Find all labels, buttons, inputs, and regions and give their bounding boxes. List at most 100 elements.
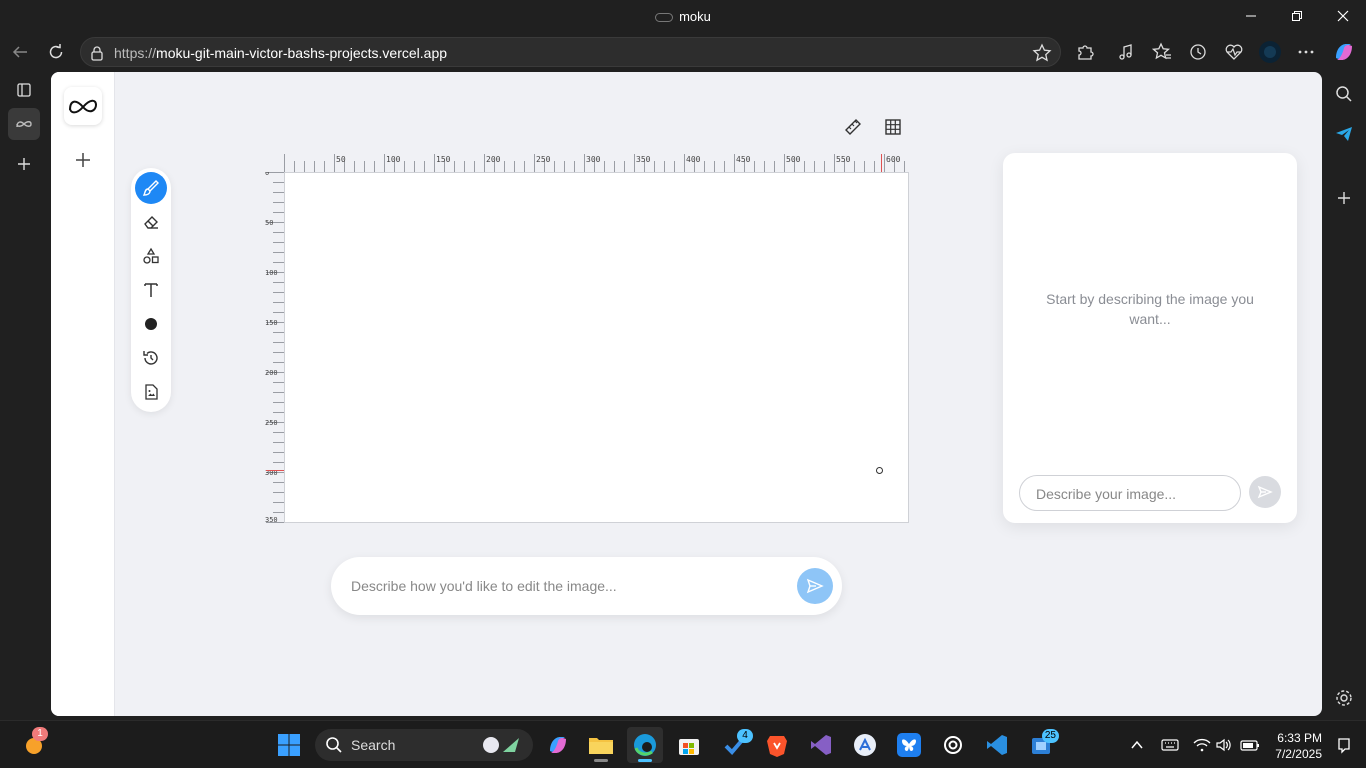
windows-logo-icon bbox=[278, 734, 300, 756]
chat-empty-hint: Start by describing the image you want..… bbox=[1046, 291, 1254, 327]
site-logo-icon bbox=[655, 13, 674, 23]
top-ruler-label: 500 bbox=[786, 155, 801, 164]
top-ruler-label: 600 bbox=[886, 155, 901, 164]
grid-toggle-button[interactable] bbox=[879, 113, 907, 141]
vscode-app[interactable] bbox=[979, 727, 1015, 763]
new-project-button[interactable] bbox=[71, 148, 95, 172]
app-logo[interactable] bbox=[64, 87, 102, 125]
new-tab-button[interactable] bbox=[8, 148, 40, 180]
file-explorer-app[interactable] bbox=[583, 727, 619, 763]
address-bar[interactable]: https://moku-git-main-victor-bashs-proje… bbox=[80, 37, 1061, 67]
chatgpt-icon bbox=[944, 736, 962, 754]
left-ruler-label: 0 bbox=[265, 172, 269, 177]
brush-tool[interactable] bbox=[135, 172, 167, 204]
image-file-tool[interactable] bbox=[135, 376, 167, 408]
top-ruler-label: 50 bbox=[336, 155, 346, 164]
volume-icon[interactable] bbox=[1210, 727, 1238, 763]
telegram-icon[interactable] bbox=[1330, 120, 1358, 148]
visual-studio-app[interactable] bbox=[803, 727, 839, 763]
folder-icon bbox=[589, 738, 613, 754]
history-icon[interactable] bbox=[1184, 38, 1212, 66]
moku-tab-icon bbox=[16, 121, 32, 128]
history-icon bbox=[143, 351, 158, 365]
edge-sidebar bbox=[1322, 72, 1366, 720]
ruler-toggle-button[interactable] bbox=[839, 113, 867, 141]
search-highlight-icon bbox=[483, 737, 519, 753]
send-icon bbox=[1257, 485, 1273, 499]
vscode-icon bbox=[987, 735, 1007, 755]
url-scheme: https:// bbox=[114, 45, 157, 61]
copilot-app[interactable] bbox=[540, 727, 576, 763]
top-ruler-label: 450 bbox=[736, 155, 751, 164]
minimize-button[interactable] bbox=[1228, 0, 1274, 32]
office-badge: 25 bbox=[1041, 729, 1059, 743]
system-clock[interactable]: 6:33 PM 7/2/2025 bbox=[1275, 730, 1322, 762]
eraser-icon bbox=[144, 216, 158, 229]
restore-button[interactable] bbox=[1274, 0, 1320, 32]
chat-send-button[interactable] bbox=[1249, 476, 1281, 508]
notification-app[interactable]: 1 bbox=[14, 727, 54, 763]
copilot-icon[interactable] bbox=[1330, 38, 1358, 66]
color-picker[interactable] bbox=[135, 308, 167, 340]
left-ruler-label: 350 bbox=[265, 516, 278, 523]
tab-moku[interactable] bbox=[8, 108, 40, 140]
refresh-button[interactable] bbox=[42, 38, 70, 66]
tab-actions-icon[interactable] bbox=[8, 74, 40, 106]
send-icon bbox=[806, 578, 824, 594]
taskbar: 1 Search 4 25 6:33 PM 7/2/2025 bbox=[0, 720, 1366, 768]
search-icon bbox=[326, 737, 342, 753]
close-button[interactable] bbox=[1320, 0, 1366, 32]
extensions-icon[interactable] bbox=[1071, 38, 1099, 66]
brave-app[interactable] bbox=[759, 727, 795, 763]
clock-time: 6:33 PM bbox=[1277, 731, 1322, 745]
favorites-icon[interactable] bbox=[1148, 38, 1176, 66]
shapes-tool[interactable] bbox=[135, 240, 167, 272]
keyboard-icon[interactable] bbox=[1156, 727, 1184, 763]
history-tool[interactable] bbox=[135, 342, 167, 374]
edit-prompt-bar bbox=[331, 557, 842, 615]
grid-icon bbox=[885, 119, 901, 135]
profile-avatar[interactable] bbox=[1256, 38, 1284, 66]
app-sidebar bbox=[51, 72, 115, 716]
url-host: moku-git-main-victor-bashs-projects.verc… bbox=[156, 45, 448, 61]
todo-app[interactable]: 4 bbox=[717, 727, 753, 763]
top-ruler-label: 400 bbox=[686, 155, 701, 164]
taskbar-search[interactable]: Search bbox=[315, 729, 533, 761]
edit-send-button[interactable] bbox=[797, 568, 833, 604]
taskbar-search-label: Search bbox=[351, 737, 396, 753]
bluesky-app[interactable] bbox=[891, 727, 927, 763]
search-icon[interactable] bbox=[1330, 80, 1358, 108]
text-tool[interactable] bbox=[135, 274, 167, 306]
show-hidden-icons-button[interactable] bbox=[1123, 727, 1151, 763]
edge-app[interactable] bbox=[627, 727, 663, 763]
running-indicator bbox=[638, 759, 652, 762]
performance-icon[interactable] bbox=[1220, 38, 1248, 66]
copilot-icon bbox=[550, 737, 566, 753]
brush-icon bbox=[142, 180, 159, 196]
todo-badge: 4 bbox=[737, 729, 753, 743]
left-ruler-label: 150 bbox=[265, 319, 278, 327]
office-app[interactable]: 25 bbox=[1023, 727, 1059, 763]
more-menu-icon[interactable] bbox=[1292, 38, 1320, 66]
left-ruler-label: 50 bbox=[265, 219, 273, 227]
edit-prompt-input[interactable] bbox=[351, 575, 771, 597]
start-button[interactable] bbox=[271, 727, 307, 763]
add-sidebar-app-button[interactable] bbox=[1330, 184, 1358, 212]
shapes-icon bbox=[143, 247, 159, 264]
store-app[interactable] bbox=[671, 727, 707, 763]
drawing-canvas[interactable] bbox=[284, 172, 909, 523]
sidebar-settings-icon[interactable] bbox=[1330, 684, 1358, 712]
chat-input[interactable] bbox=[1036, 485, 1226, 503]
clock-date: 7/2/2025 bbox=[1275, 747, 1322, 761]
title-bar: moku bbox=[0, 0, 1366, 32]
eraser-tool[interactable] bbox=[135, 206, 167, 238]
battery-icon[interactable] bbox=[1236, 727, 1264, 763]
back-button[interactable] bbox=[6, 38, 34, 66]
web-page: 50 100 150 200 250 300 350 400 450 500 550 600 0 50 1… bbox=[51, 72, 1322, 716]
app-store-app[interactable] bbox=[847, 727, 883, 763]
notification-center-icon[interactable] bbox=[1330, 727, 1358, 763]
favorite-star-icon[interactable] bbox=[1032, 43, 1052, 68]
window-title: moku bbox=[0, 9, 1366, 24]
media-icon[interactable] bbox=[1112, 38, 1140, 66]
chatgpt-app[interactable] bbox=[935, 727, 971, 763]
